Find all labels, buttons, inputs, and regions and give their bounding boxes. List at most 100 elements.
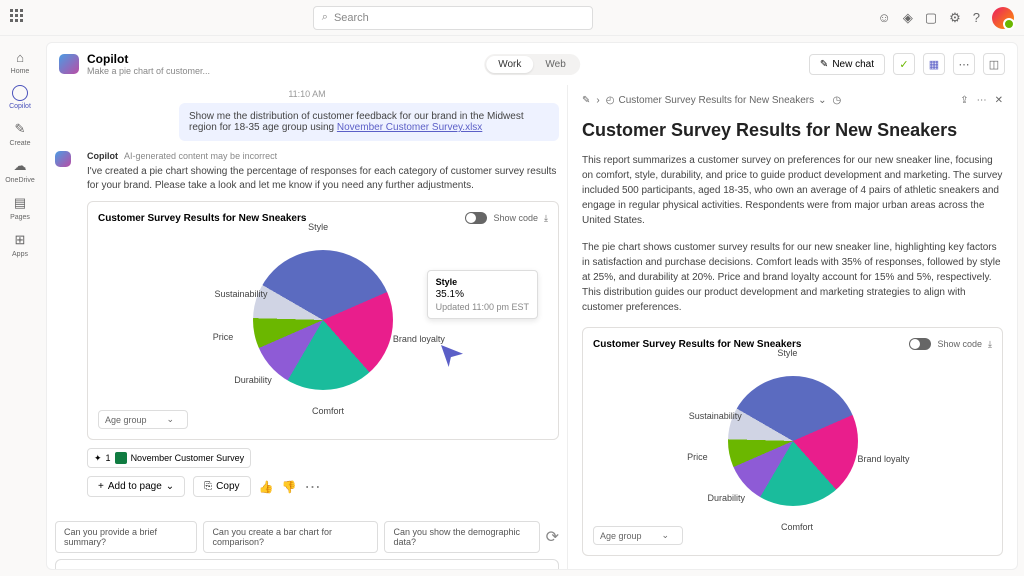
doc-title: Customer Survey Results for New Sneakers bbox=[582, 120, 1003, 141]
cursor-icon bbox=[441, 345, 463, 367]
recent-icon[interactable]: ◷ bbox=[832, 95, 841, 106]
plus-chat-icon: ✎ bbox=[820, 59, 828, 70]
emoji-icon[interactable]: ☺ bbox=[878, 10, 891, 25]
rail-onedrive[interactable]: ☁OneDrive bbox=[6, 157, 34, 184]
doc-show-code-label: Show code bbox=[937, 339, 982, 349]
code-toggle[interactable] bbox=[465, 212, 487, 224]
user-message: Show me the distribution of customer fee… bbox=[179, 103, 559, 141]
copilot-logo bbox=[59, 54, 79, 74]
pie-label: Comfort bbox=[781, 522, 813, 532]
breadcrumb[interactable]: ◴Customer Survey Results for New Sneaker… bbox=[606, 95, 827, 106]
message-input[interactable]: ⊕Add content ◉ ➤ bbox=[55, 559, 559, 569]
rail-pages[interactable]: ▤Pages bbox=[6, 194, 34, 221]
diamond-icon[interactable]: ◈ bbox=[903, 10, 913, 26]
pie-label: Sustainability bbox=[214, 289, 267, 299]
tab-web[interactable]: Web bbox=[533, 56, 577, 73]
pie-label: Price bbox=[687, 452, 708, 462]
chart-title: Customer Survey Results for New Sneakers bbox=[98, 213, 306, 224]
pie-label: Brand loyalty bbox=[393, 334, 445, 344]
copy-icon: ⎘ bbox=[204, 481, 212, 492]
chevron-right-icon: › bbox=[596, 95, 599, 106]
pie-label: Brand loyalty bbox=[857, 454, 909, 464]
chevron-down-icon: ⌄ bbox=[818, 95, 826, 106]
pie-label: Durability bbox=[707, 493, 745, 503]
refresh-suggestions-icon[interactable]: ⟳ bbox=[546, 527, 559, 547]
share-icon[interactable]: ⇪ bbox=[960, 95, 968, 106]
doc-nav-icon[interactable]: ✎ bbox=[582, 95, 590, 106]
doc-code-toggle[interactable] bbox=[909, 338, 931, 350]
pie-chart[interactable] bbox=[253, 250, 393, 390]
cloud-icon: ☁ bbox=[11, 157, 29, 175]
chart-card: Customer Survey Results for New Sneakers… bbox=[87, 201, 559, 440]
left-rail: ⌂Home Copilot ✎Create ☁OneDrive ▤Pages ⊞… bbox=[0, 36, 40, 576]
settings-icon[interactable]: ⚙ bbox=[949, 10, 961, 26]
show-code-label: Show code bbox=[493, 213, 538, 223]
copilot-avatar-icon bbox=[55, 151, 71, 167]
page-subtitle: Make a pie chart of customer... bbox=[87, 66, 210, 76]
pie-label: Sustainability bbox=[689, 411, 742, 421]
suggestion-2[interactable]: Can you create a bar chart for compariso… bbox=[203, 521, 378, 553]
doc-chart-title: Customer Survey Results for New Sneakers bbox=[593, 339, 801, 350]
sparkle-icon: ✦ bbox=[94, 453, 102, 464]
context-toggle: Work Web bbox=[484, 54, 580, 75]
help-icon[interactable]: ? bbox=[973, 10, 980, 25]
add-to-page-button[interactable]: +Add to page⌄ bbox=[87, 476, 185, 497]
search-placeholder: Search bbox=[334, 12, 369, 24]
download-icon[interactable]: ⤓ bbox=[988, 339, 992, 350]
prompts-button[interactable]: ▦ bbox=[923, 53, 945, 75]
assistant-name: Copilot bbox=[87, 151, 118, 161]
disclaimer: AI-generated content may be incorrect bbox=[124, 151, 277, 161]
pie-label: Style bbox=[308, 222, 328, 232]
tab-work[interactable]: Work bbox=[486, 56, 533, 73]
pie-label: Price bbox=[213, 332, 234, 342]
pie-label: Durability bbox=[234, 375, 272, 385]
chevron-down-icon: ⌄ bbox=[662, 530, 670, 541]
suggestion-1[interactable]: Can you provide a brief summary? bbox=[55, 521, 197, 553]
reference-chip[interactable]: ✦ 1 November Customer Survey bbox=[87, 448, 251, 468]
age-group-select[interactable]: Age group⌄ bbox=[98, 410, 188, 429]
doc-paragraph-2: The pie chart shows customer survey resu… bbox=[582, 240, 1003, 315]
more-icon[interactable]: ⋯ bbox=[977, 95, 987, 106]
doc-paragraph-1: This report summarizes a customer survey… bbox=[582, 153, 1003, 228]
present-icon[interactable]: ▢ bbox=[925, 10, 937, 26]
loop-icon: ◴ bbox=[606, 95, 615, 106]
rail-apps[interactable]: ⊞Apps bbox=[6, 231, 34, 258]
check-button[interactable]: ✓ bbox=[893, 53, 915, 75]
copilot-icon bbox=[12, 85, 28, 101]
rail-copilot[interactable]: Copilot bbox=[6, 85, 34, 110]
pie-chart[interactable] bbox=[728, 376, 858, 506]
timestamp: 11:10 AM bbox=[55, 89, 559, 99]
page-title: Copilot bbox=[87, 52, 210, 66]
pie-label: Comfort bbox=[312, 406, 344, 416]
avatar[interactable] bbox=[992, 7, 1014, 29]
download-icon[interactable]: ⤓ bbox=[544, 213, 548, 224]
doc-age-group-select[interactable]: Age group⌄ bbox=[593, 526, 683, 545]
chevron-down-icon: ⌄ bbox=[167, 414, 175, 425]
more-button[interactable]: ⋯ bbox=[953, 53, 975, 75]
search-input[interactable]: ⌕ Search bbox=[313, 6, 593, 30]
pencil-icon: ✎ bbox=[11, 120, 29, 138]
chart-tooltip: Style 35.1% Updated 11:00 pm EST bbox=[427, 270, 538, 319]
new-chat-button[interactable]: ✎New chat bbox=[809, 54, 885, 75]
doc-chart-card: Customer Survey Results for New Sneakers… bbox=[582, 327, 1003, 556]
pie-label: Style bbox=[777, 348, 797, 358]
file-link[interactable]: November Customer Survey.xlsx bbox=[337, 122, 482, 133]
app-launcher-icon[interactable] bbox=[10, 9, 28, 27]
pages-icon: ▤ bbox=[11, 194, 29, 212]
plus-icon: + bbox=[98, 481, 104, 492]
assistant-text: I've created a pie chart showing the per… bbox=[87, 165, 559, 193]
thumbs-down-icon[interactable]: 👎 bbox=[281, 480, 296, 494]
excel-icon bbox=[115, 452, 127, 464]
panel-button[interactable]: ◫ bbox=[983, 53, 1005, 75]
copy-button[interactable]: ⎘Copy bbox=[193, 476, 250, 497]
close-icon[interactable]: ✕ bbox=[995, 95, 1003, 106]
search-icon: ⌕ bbox=[322, 11, 328, 24]
more-icon[interactable]: ⋯ bbox=[304, 477, 320, 497]
suggestion-3[interactable]: Can you show the demographic data? bbox=[384, 521, 539, 553]
apps-icon: ⊞ bbox=[11, 231, 29, 249]
home-icon: ⌂ bbox=[11, 48, 29, 66]
thumbs-up-icon[interactable]: 👍 bbox=[259, 480, 274, 494]
chevron-down-icon: ⌄ bbox=[166, 481, 174, 492]
rail-home[interactable]: ⌂Home bbox=[6, 48, 34, 75]
rail-create[interactable]: ✎Create bbox=[6, 120, 34, 147]
